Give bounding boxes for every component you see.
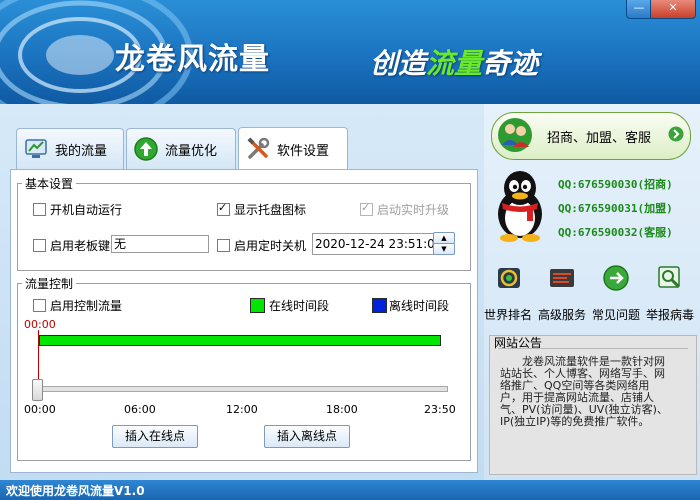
tab-label: 我的流量 — [55, 143, 108, 159]
tab-label: 软件设置 — [277, 143, 330, 159]
report-icon — [658, 266, 681, 289]
timed-shutdown-label: 启用定时关机 — [234, 239, 307, 253]
app-title: 龙卷风流量 — [115, 42, 270, 77]
service-icon — [550, 269, 574, 287]
realtime-upgrade-checkbox[interactable] — [360, 201, 373, 216]
close-button[interactable]: ✕ — [650, 0, 696, 19]
qq-business[interactable]: QQ:676590030(招商) — [558, 176, 673, 192]
flow-control-title: 流量控制 — [22, 275, 77, 292]
spin-down-button[interactable]: ▼ — [433, 243, 455, 255]
tick-label: 00:00 — [24, 403, 56, 416]
timeline-track[interactable] — [36, 386, 448, 392]
boss-key-input[interactable]: 无 — [111, 235, 209, 253]
faq-icon — [603, 265, 629, 291]
tab-label: 流量优化 — [165, 143, 218, 159]
slogan: 创造流量奇迹 — [370, 42, 538, 82]
up-arrow-icon — [134, 137, 158, 161]
timed-shutdown-checkbox[interactable] — [217, 239, 230, 252]
tick-label: 18:00 — [326, 403, 358, 416]
online-legend-swatch — [250, 298, 265, 313]
tab-traffic-optimize[interactable]: 流量优化 — [126, 128, 236, 169]
nav-faq[interactable]: 常见问题 — [590, 264, 642, 324]
nav-label: 举报病毒 — [646, 308, 695, 322]
realtime-upgrade-label: 启动实时升级 — [377, 203, 450, 217]
offline-legend-label: 离线时间段 — [389, 299, 450, 313]
offline-legend-swatch — [372, 298, 387, 313]
tick-label: 06:00 — [124, 403, 156, 416]
chevron-right-icon — [668, 126, 684, 142]
ranking-icon — [498, 268, 520, 288]
qq-penguin-icon — [498, 171, 542, 242]
enable-flow-control-label: 启用控制流量 — [50, 299, 123, 313]
boss-key-checkbox[interactable] — [33, 239, 46, 252]
insert-offline-point-button[interactable]: 插入离线点 — [264, 425, 350, 448]
nav-label: 高级服务 — [538, 308, 587, 322]
minimize-button[interactable]: — — [626, 0, 652, 19]
tick-label: 23:50 — [424, 403, 456, 416]
status-text: 欢迎使用龙卷风流量V1.0 — [6, 484, 145, 498]
insert-online-point-button[interactable]: 插入在线点 — [112, 425, 198, 448]
slogan-pre: 创造 — [370, 47, 427, 80]
notice-body: 龙卷风流量软件是一款针对网站站长、个人博客、网络写手、网络推广、QQ空间等各类网… — [500, 355, 668, 428]
enable-flow-control-checkbox[interactable] — [33, 299, 46, 312]
join-label: 招商、加盟、客服 — [547, 131, 652, 146]
autostart-checkbox[interactable] — [33, 203, 46, 216]
tick-label: 12:00 — [226, 403, 258, 416]
slogan-highlight: 流量 — [426, 47, 483, 80]
basic-settings-group — [17, 183, 471, 271]
tab-software-settings[interactable]: 软件设置 — [238, 127, 348, 170]
tools-icon — [247, 137, 270, 159]
datetime-spinner[interactable]: ▲ ▼ — [433, 232, 455, 255]
online-legend-label: 在线时间段 — [269, 299, 330, 313]
slogan-post: 奇迹 — [482, 47, 539, 80]
tray-icon-label: 显示托盘图标 — [234, 203, 307, 217]
header-banner: 龙卷风流量 创造流量奇迹 — [0, 0, 700, 104]
nav-world-ranking[interactable]: 世界排名 — [484, 264, 534, 324]
tray-icon-checkbox[interactable] — [217, 201, 230, 216]
timeline-slider-thumb[interactable] — [32, 379, 43, 401]
shutdown-datetime-input[interactable]: 2020-12-24 23:51:05 — [312, 233, 434, 255]
autostart-label: 开机自动运行 — [50, 203, 123, 217]
qq-franchise[interactable]: QQ:676590031(加盟) — [558, 200, 673, 216]
basic-settings-title: 基本设置 — [22, 175, 77, 192]
nav-label: 世界排名 — [484, 308, 533, 322]
nav-advanced-service[interactable]: 高级服务 — [536, 264, 588, 324]
monitor-icon — [25, 139, 47, 158]
qq-support[interactable]: QQ:676590032(客服) — [558, 224, 673, 240]
users-icon — [498, 118, 532, 152]
tab-my-traffic[interactable]: 我的流量 — [16, 128, 124, 169]
boss-key-label: 启用老板键 — [50, 239, 111, 253]
nav-report-virus[interactable]: 举报病毒 — [643, 264, 697, 324]
current-time-label: 00:00 — [24, 318, 56, 331]
online-timeline-bar[interactable] — [39, 335, 441, 346]
nav-label: 常见问题 — [592, 308, 641, 322]
